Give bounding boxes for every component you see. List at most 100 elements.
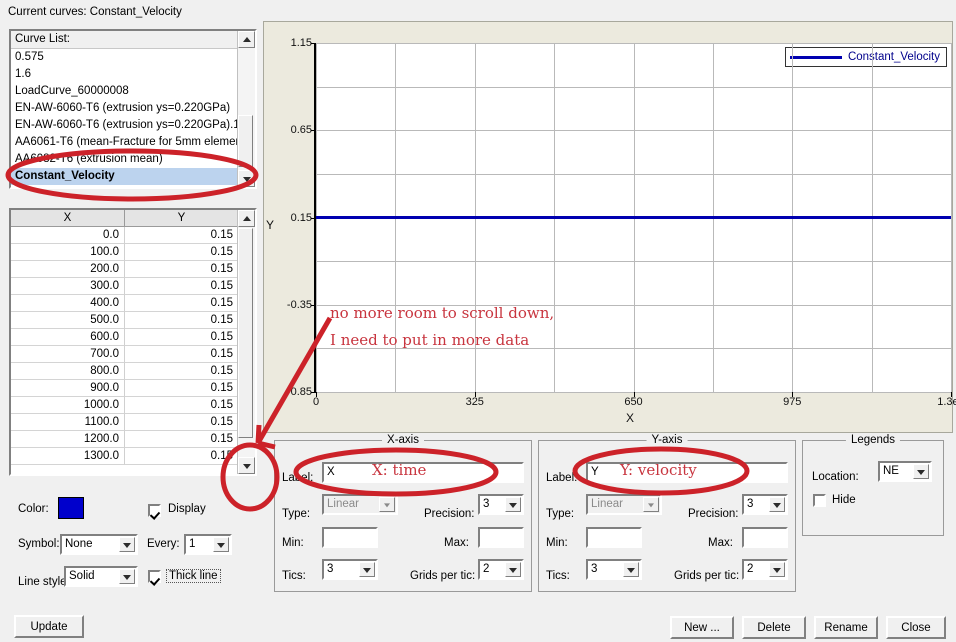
thick-line-checkbox[interactable] (148, 570, 161, 583)
color-label: Color: (18, 503, 49, 515)
y-tics-select[interactable]: 3 (586, 559, 642, 580)
table-row[interactable]: 800.0 0.15 (11, 363, 238, 380)
table-cell[interactable]: 0.15 (125, 363, 238, 380)
new-button[interactable]: New ... (670, 616, 734, 639)
chevron-down-icon[interactable] (119, 569, 135, 584)
table-row[interactable]: 1200.0 0.15 (11, 431, 238, 448)
x-min-input[interactable] (322, 527, 378, 548)
table-cell[interactable]: 0.15 (125, 312, 238, 329)
table-row[interactable]: 1100.0 0.15 (11, 414, 238, 431)
table-cell[interactable]: 0.15 (125, 380, 238, 397)
table-row[interactable]: 500.0 0.15 (11, 312, 238, 329)
table-row[interactable]: 900.0 0.15 (11, 380, 238, 397)
column-header[interactable]: X (11, 210, 125, 227)
curve-list-scroll-thumb[interactable] (238, 115, 253, 167)
scroll-up-icon[interactable] (238, 31, 255, 48)
chevron-down-icon[interactable] (769, 497, 785, 512)
symbol-select[interactable]: None (60, 534, 138, 555)
legend-location-select[interactable]: NE (878, 461, 932, 482)
chevron-down-icon[interactable] (623, 562, 639, 577)
xy-table-scroll-thumb[interactable] (238, 228, 253, 438)
table-row[interactable]: 200.0 0.15 (11, 261, 238, 278)
column-header[interactable]: Y (125, 210, 238, 227)
curve-list-scrollbar[interactable] (237, 31, 255, 187)
legend-hide-checkbox[interactable] (813, 494, 826, 507)
update-button[interactable]: Update (14, 615, 84, 638)
rename-button[interactable]: Rename (814, 616, 878, 639)
y-precision-select[interactable]: 3 (742, 494, 788, 515)
curve-list-item[interactable]: AA6082-T6 (extrusion mean) (11, 151, 238, 168)
table-cell[interactable]: 0.15 (125, 431, 238, 448)
table-cell[interactable]: 0.15 (125, 414, 238, 431)
curve-list-item[interactable]: LoadCurve_60000008 (11, 83, 238, 100)
x-grids-select[interactable]: 2 (478, 559, 524, 580)
color-swatch[interactable] (58, 497, 84, 519)
table-scroll-down-icon[interactable] (238, 457, 255, 474)
y-min-input[interactable] (586, 527, 642, 548)
table-row[interactable]: 0.0 0.15 (11, 227, 238, 244)
chevron-down-icon[interactable] (505, 562, 521, 577)
table-row[interactable]: 1300.0 0.15 (11, 448, 238, 465)
table-cell[interactable]: 0.15 (125, 278, 238, 295)
every-select[interactable]: 1 (184, 534, 232, 555)
table-cell[interactable]: 0.0 (11, 227, 125, 244)
table-cell[interactable]: 800.0 (11, 363, 125, 380)
chevron-down-icon[interactable] (119, 537, 135, 552)
table-cell[interactable]: 0.15 (125, 346, 238, 363)
table-cell[interactable]: 200.0 (11, 261, 125, 278)
chevron-down-icon[interactable] (213, 537, 229, 552)
curve-list-item[interactable]: EN-AW-6060-T6 (extrusion ys=0.220GPa) (11, 100, 238, 117)
table-row[interactable]: 600.0 0.15 (11, 329, 238, 346)
chevron-down-icon[interactable] (769, 562, 785, 577)
y-grids-select[interactable]: 2 (742, 559, 788, 580)
table-cell[interactable]: 0.15 (125, 329, 238, 346)
table-cell[interactable]: 0.15 (125, 448, 238, 465)
x-tick-label: 975 (783, 396, 802, 408)
table-cell[interactable]: 400.0 (11, 295, 125, 312)
table-cell[interactable]: 600.0 (11, 329, 125, 346)
xy-table-scrollbar[interactable] (237, 210, 255, 474)
table-cell[interactable]: 300.0 (11, 278, 125, 295)
curve-list-item[interactable]: 1.6 (11, 66, 238, 83)
table-cell[interactable]: 0.15 (125, 397, 238, 414)
curve-list-item[interactable]: AA6061-T6 (mean-Fracture for 5mm element… (11, 134, 238, 151)
close-button[interactable]: Close (886, 616, 946, 639)
chevron-down-icon[interactable] (505, 497, 521, 512)
curve-list-item[interactable]: 0.575 (11, 49, 238, 66)
table-row[interactable]: 700.0 0.15 (11, 346, 238, 363)
chart-pane: Constant_Velocity -0.85 -0.35 0.15 0.65 1.15… (263, 21, 956, 433)
table-cell[interactable]: 0.15 (125, 244, 238, 261)
x-max-input[interactable] (478, 527, 524, 548)
table-cell[interactable]: 500.0 (11, 312, 125, 329)
curve-list-item[interactable]: Constant_Velocity (11, 168, 238, 185)
table-cell[interactable]: 1000.0 (11, 397, 125, 414)
chevron-down-icon[interactable] (913, 464, 929, 479)
table-cell[interactable]: 0.15 (125, 227, 238, 244)
table-cell[interactable]: 100.0 (11, 244, 125, 261)
table-row[interactable]: 400.0 0.15 (11, 295, 238, 312)
table-cell[interactable]: 1300.0 (11, 448, 125, 465)
xy-table-body[interactable]: 0.0 0.15 100.0 0.15 200.0 0.15 300.0 0.15 400.0 0… (11, 227, 238, 474)
table-row[interactable]: 100.0 0.15 (11, 244, 238, 261)
scroll-down-icon[interactable] (238, 170, 255, 187)
table-cell[interactable]: 1100.0 (11, 414, 125, 431)
xy-data-table[interactable]: XY 0.0 0.15 100.0 0.15 200.0 0.15 300.0 0.15 400… (9, 208, 257, 476)
table-cell[interactable]: 0.15 (125, 295, 238, 312)
line-style-select[interactable]: Solid (64, 566, 138, 587)
table-scroll-up-icon[interactable] (238, 210, 255, 227)
x-tics-select[interactable]: 3 (322, 559, 378, 580)
table-cell[interactable]: 700.0 (11, 346, 125, 363)
table-row[interactable]: 1000.0 0.15 (11, 397, 238, 414)
x-precision-select[interactable]: 3 (478, 494, 524, 515)
curve-list-item[interactable]: EN-AW-6060-T6 (extrusion ys=0.220GPa).1 (11, 117, 238, 134)
table-cell[interactable]: 0.15 (125, 261, 238, 278)
curve-list[interactable]: Curve List: 0.575 1.6 LoadCurve_60000008 EN… (9, 29, 257, 189)
table-cell[interactable]: 900.0 (11, 380, 125, 397)
table-cell[interactable]: 1200.0 (11, 431, 125, 448)
y-max-input[interactable] (742, 527, 788, 548)
chevron-down-icon[interactable] (359, 562, 375, 577)
delete-button[interactable]: Delete (742, 616, 806, 639)
y-tics-value: 3 (591, 563, 598, 575)
table-row[interactable]: 300.0 0.15 (11, 278, 238, 295)
display-checkbox[interactable] (148, 504, 161, 517)
